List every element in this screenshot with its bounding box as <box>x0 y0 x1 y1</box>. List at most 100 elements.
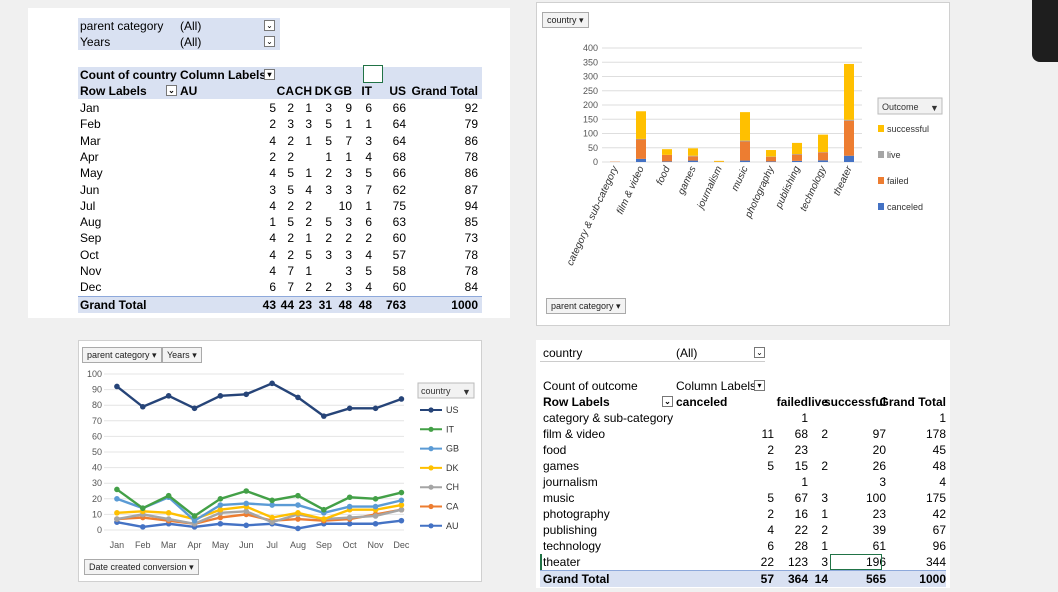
point-US[interactable] <box>398 396 405 402</box>
bar-successful[interactable] <box>740 112 750 141</box>
bar-live[interactable] <box>844 119 854 121</box>
line-axis-chip[interactable]: Date created conversion ▾ <box>84 559 199 575</box>
point-US[interactable] <box>243 391 250 398</box>
point-CH[interactable] <box>114 516 120 522</box>
bar-axis-chip[interactable]: parent category ▾ <box>546 298 626 314</box>
point-DK[interactable] <box>165 510 172 516</box>
filter-dropdown-icon[interactable]: ⌄ <box>264 20 275 31</box>
bar-failed[interactable] <box>766 156 776 162</box>
bar-failed[interactable] <box>636 139 646 159</box>
bar-canceled[interactable] <box>740 160 750 162</box>
bar-canceled[interactable] <box>844 155 854 162</box>
selected-cell[interactable] <box>363 65 383 83</box>
point-IT[interactable] <box>269 497 275 504</box>
bar-failed[interactable] <box>662 154 672 162</box>
bar-canceled[interactable] <box>662 161 672 162</box>
point-AU[interactable] <box>243 522 250 529</box>
bar-failed[interactable] <box>792 154 802 161</box>
point-US[interactable] <box>295 394 301 401</box>
bar-live[interactable] <box>688 155 698 157</box>
point-AU[interactable] <box>372 520 379 527</box>
bar-successful[interactable] <box>766 150 776 157</box>
point-IT[interactable] <box>217 496 224 502</box>
point-GB[interactable] <box>295 502 301 508</box>
point-GB[interactable] <box>243 500 250 507</box>
point-GB[interactable] <box>114 496 120 502</box>
point-GB[interactable] <box>346 503 353 510</box>
point-AU[interactable] <box>295 525 301 532</box>
bar-successful[interactable] <box>662 149 672 155</box>
table-cell: 23 <box>872 507 886 521</box>
filter-dropdown-icon[interactable]: ⌄ <box>754 347 765 358</box>
bar-canceled[interactable] <box>792 160 802 162</box>
bar-canceled[interactable] <box>636 158 646 162</box>
bar-live[interactable] <box>636 138 646 140</box>
bar-successful[interactable] <box>818 134 828 153</box>
bar-failed[interactable] <box>844 120 854 156</box>
point-GB[interactable] <box>398 497 405 504</box>
bar-successful[interactable] <box>844 63 854 120</box>
table-cell: 62 <box>392 182 406 197</box>
bar-canceled[interactable] <box>818 160 828 162</box>
point-DK[interactable] <box>321 516 327 522</box>
point-IT[interactable] <box>321 506 327 513</box>
legend-title: country <box>421 386 451 396</box>
column-filter-icon[interactable]: ▾ <box>264 69 275 80</box>
bar-failed[interactable] <box>740 141 750 161</box>
point-IT[interactable] <box>346 494 353 501</box>
point-US[interactable] <box>346 405 353 412</box>
bar-failed[interactable] <box>818 152 828 161</box>
point-US[interactable] <box>372 405 379 412</box>
point-GB[interactable] <box>372 503 379 510</box>
point-DK[interactable] <box>269 514 275 521</box>
point-US[interactable] <box>217 393 224 399</box>
bar-successful[interactable] <box>636 111 646 139</box>
bar-successful[interactable] <box>688 148 698 156</box>
bar-successful[interactable] <box>792 142 802 155</box>
point-IT[interactable] <box>191 513 198 519</box>
point-IT[interactable] <box>114 486 120 493</box>
table-cell: 1 <box>365 198 372 213</box>
bar-canceled[interactable] <box>688 160 698 162</box>
bar-canceled[interactable] <box>766 161 776 162</box>
point-US[interactable] <box>165 393 172 399</box>
bar-successful[interactable] <box>714 160 724 162</box>
point-US[interactable] <box>269 380 275 387</box>
point-CH[interactable] <box>372 513 379 519</box>
line-AU[interactable] <box>116 519 402 530</box>
bar-filter-chip[interactable]: country ▾ <box>542 12 589 28</box>
point-IT[interactable] <box>372 496 379 502</box>
point-DK[interactable] <box>114 510 120 516</box>
row-filter-icon[interactable]: ⌄ <box>166 85 177 96</box>
bar-live[interactable] <box>792 154 802 155</box>
point-US[interactable] <box>114 383 120 390</box>
column-header: DK <box>314 84 332 98</box>
point-IT[interactable] <box>243 488 250 494</box>
line-filter-chip-category[interactable]: parent category ▾ <box>82 347 162 363</box>
point-IT[interactable] <box>398 489 405 496</box>
point-IT[interactable] <box>295 492 301 499</box>
point-US[interactable] <box>191 405 198 412</box>
point-GB[interactable] <box>217 502 224 508</box>
table-cell: 78 <box>464 264 478 278</box>
point-US[interactable] <box>139 403 146 410</box>
point-CH[interactable] <box>165 516 172 522</box>
line-filter-chip-years[interactable]: Years ▾ <box>162 347 202 363</box>
point-AU[interactable] <box>398 517 405 524</box>
row-filter-icon[interactable]: ⌄ <box>662 396 673 407</box>
point-DK[interactable] <box>295 510 301 516</box>
bar-live[interactable] <box>740 140 750 142</box>
selected-cell[interactable] <box>830 554 882 570</box>
table-cell: 64 <box>392 117 406 132</box>
legend-marker <box>428 484 434 490</box>
point-CH[interactable] <box>346 514 353 521</box>
bar-failed[interactable] <box>688 156 698 161</box>
column-filter-icon[interactable]: ▾ <box>754 380 765 391</box>
filter-dropdown-icon[interactable]: ⌄ <box>264 36 275 47</box>
point-AU[interactable] <box>217 520 224 527</box>
point-IT[interactable] <box>139 505 146 511</box>
point-IT[interactable] <box>165 492 172 499</box>
line-US[interactable] <box>116 382 402 418</box>
point-AU[interactable] <box>139 524 146 530</box>
point-US[interactable] <box>321 413 327 419</box>
